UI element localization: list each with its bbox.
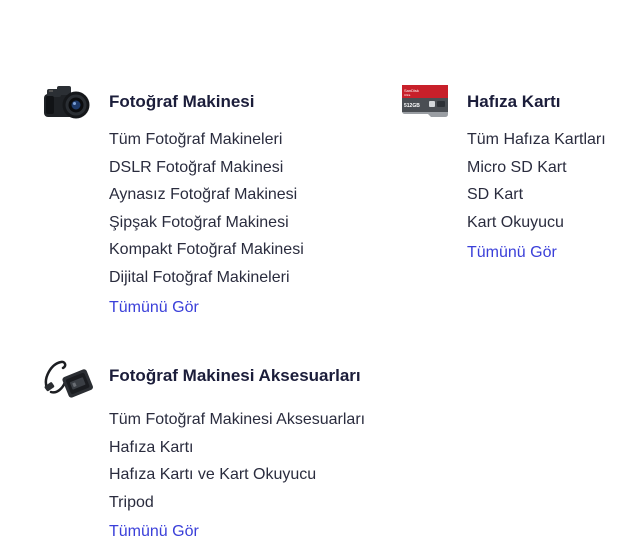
category-header: SanDisk Ultra 512GB Hafıza Kartı (401, 84, 626, 120)
category-link[interactable]: Aynasız Fotoğraf Makinesi (109, 185, 304, 213)
category-link[interactable]: DSLR Fotoğraf Makinesi (109, 158, 304, 186)
category-link[interactable]: Dijital Fotoğraf Makineleri (109, 268, 304, 296)
category-links: Tüm Fotoğraf Makineleri DSLR Fotoğraf Ma… (109, 130, 304, 296)
camera-charger-icon (43, 358, 93, 405)
category-camera-accessories: Fotoğraf Makinesi Aksesuarları Tüm Fotoğ… (43, 358, 403, 546)
category-links: Tüm Fotoğraf Makinesi Aksesuarları Hafız… (109, 410, 365, 520)
see-all-link[interactable]: Tümünü Gör (467, 244, 557, 262)
category-memory-card: SanDisk Ultra 512GB Hafıza Kartı Tüm Haf… (401, 84, 626, 269)
memory-card-icon: SanDisk Ultra 512GB (401, 84, 449, 125)
category-link[interactable]: SD Kart (467, 185, 606, 213)
category-links: Tüm Hafıza Kartları Micro SD Kart SD Kar… (467, 130, 606, 240)
category-title[interactable]: Fotoğraf Makinesi (109, 92, 254, 112)
see-all-link[interactable]: Tümünü Gör (109, 299, 199, 317)
category-link[interactable]: Tripod (109, 493, 365, 521)
category-link[interactable]: Tüm Hafıza Kartları (467, 130, 606, 158)
category-title[interactable]: Fotoğraf Makinesi Aksesuarları (109, 366, 361, 386)
category-camera: Fotoğraf Makinesi Tüm Fotoğraf Makineler… (43, 84, 373, 324)
category-link[interactable]: Şipşak Fotoğraf Makinesi (109, 213, 304, 241)
camera-icon (43, 84, 93, 125)
category-title[interactable]: Hafıza Kartı (467, 92, 561, 112)
category-link[interactable]: Tüm Fotoğraf Makinesi Aksesuarları (109, 410, 365, 438)
category-link[interactable]: Kompakt Fotoğraf Makinesi (109, 240, 304, 268)
category-link[interactable]: Kart Okuyucu (467, 213, 606, 241)
category-link[interactable]: Hafıza Kartı ve Kart Okuyucu (109, 465, 365, 493)
category-link[interactable]: Micro SD Kart (467, 158, 606, 186)
category-link[interactable]: Tüm Fotoğraf Makineleri (109, 130, 304, 158)
card-line-text: Ultra (404, 93, 411, 97)
card-capacity-text: 512GB (404, 103, 420, 109)
category-header: Fotoğraf Makinesi (43, 84, 373, 120)
category-link[interactable]: Hafıza Kartı (109, 438, 365, 466)
see-all-link[interactable]: Tümünü Gör (109, 523, 199, 541)
category-header: Fotoğraf Makinesi Aksesuarları (43, 358, 403, 398)
